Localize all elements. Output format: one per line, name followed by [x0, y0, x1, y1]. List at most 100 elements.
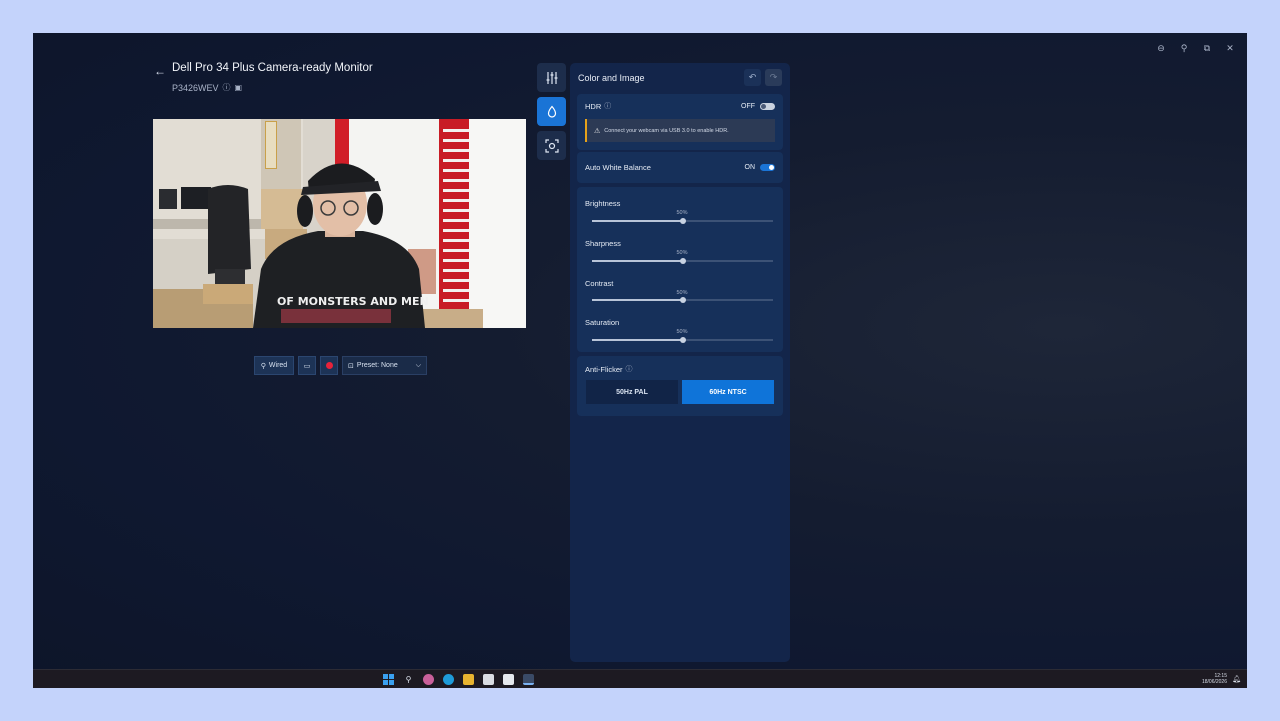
close-icon[interactable]: ✕	[1223, 43, 1237, 53]
window-controls: ⊖ ⚲ ⧉ ✕	[1154, 43, 1237, 53]
panel-title: Color and Image	[578, 73, 645, 83]
chevron-down-icon: ⌵	[415, 361, 421, 369]
tab-color-image[interactable]	[537, 97, 566, 126]
slider-fill	[592, 299, 683, 301]
taskbar-icons: ⚲	[383, 674, 534, 685]
warning-icon: ⚠	[594, 127, 601, 135]
hdr-label-group: HDR ⓘ	[585, 101, 611, 111]
system-clock[interactable]: 12:15 18/06/2026	[1202, 673, 1227, 685]
awb-card: Auto White Balance ON	[577, 152, 783, 183]
slider-fill	[592, 339, 683, 341]
search-icon[interactable]: ⚲	[403, 674, 414, 685]
feedback-icon[interactable]: ⚲	[1177, 43, 1191, 53]
calendar-app-icon[interactable]	[483, 674, 494, 685]
slider-handle[interactable]	[679, 337, 686, 343]
info-icon[interactable]: ⓘ	[604, 101, 611, 111]
redo-icon: ↷	[769, 72, 778, 82]
saturation-label: Saturation	[585, 318, 620, 327]
tab-adjustments[interactable]	[537, 63, 566, 92]
file-explorer-icon[interactable]	[463, 674, 474, 685]
hdr-toggle[interactable]	[760, 102, 775, 110]
awb-state: ON	[744, 164, 756, 171]
page-title: Dell Pro 34 Plus Camera-ready Monitor	[172, 62, 373, 74]
contrast-value: 50%	[676, 290, 688, 296]
color-drop-icon	[547, 105, 556, 118]
hdr-warning: ⚠ Connect your webcam via USB 3.0 to ena…	[585, 119, 775, 142]
hdr-row: HDR ⓘ OFF	[585, 101, 775, 111]
undo-button[interactable]: ↶	[744, 69, 761, 86]
record-button[interactable]	[320, 356, 338, 375]
windows-start-icon[interactable]	[383, 674, 394, 685]
notification-bell-icon[interactable]: 🔔︎	[1232, 675, 1241, 683]
anti-flicker-card: Anti-Flicker ⓘ 50Hz PAL 60Hz NTSC	[577, 356, 783, 416]
flicker-60hz-button[interactable]: 60Hz NTSC	[682, 380, 774, 404]
brightness-slider[interactable]	[592, 218, 773, 224]
notepad-icon[interactable]	[503, 674, 514, 685]
record-icon	[325, 362, 333, 369]
slider-fill	[592, 220, 683, 222]
hdr-state: OFF	[741, 102, 755, 110]
sharpness-value: 50%	[676, 250, 688, 256]
anti-flicker-label: Anti-Flicker	[585, 364, 623, 374]
awb-toggle-group: ON	[744, 164, 775, 171]
slider-handle[interactable]	[679, 258, 686, 264]
framing-icon	[544, 138, 559, 153]
side-tabs	[537, 63, 566, 160]
contrast-slider[interactable]	[592, 297, 773, 303]
camera-feed-image: OF MONSTERS AND MEN	[153, 119, 526, 328]
brightness-label: Brightness	[585, 199, 621, 208]
svg-text:OF MONSTERS AND MEN: OF MONSTERS AND MEN	[277, 295, 429, 308]
camera-toolbar: ⚲ Wired ▭ ⊡ Preset: None ⌵	[254, 356, 427, 375]
anti-flicker-row: Anti-Flicker ⓘ	[585, 364, 775, 374]
flicker-50hz-button[interactable]: 50Hz PAL	[586, 380, 678, 404]
connection-button[interactable]: ⚲ Wired	[254, 356, 294, 375]
brightness-value: 50%	[676, 210, 688, 216]
info-icon[interactable]: ⓘ	[223, 82, 231, 93]
id-card-icon[interactable]: ▣	[235, 83, 243, 92]
dell-display-manager-icon[interactable]	[523, 674, 534, 685]
undo-icon: ↶	[748, 72, 757, 82]
preset-content: ⊡ Preset: None	[348, 362, 398, 370]
redo-button[interactable]: ↷	[765, 69, 782, 86]
preset-icon: ⊡	[348, 362, 354, 370]
hdr-toggle-group: OFF	[741, 102, 775, 110]
awb-row: Auto White Balance ON	[585, 163, 775, 172]
toggle-knob	[769, 165, 774, 170]
hdr-card: HDR ⓘ OFF ⚠ Connect your webcam via USB …	[577, 94, 783, 150]
copilot-icon[interactable]	[423, 674, 434, 685]
sliders-icon	[546, 71, 557, 84]
location-pin-icon: ⚲	[260, 362, 266, 370]
clock-date: 18/06/2026	[1201, 679, 1227, 685]
toggle-knob	[761, 103, 766, 109]
slider-handle[interactable]	[679, 297, 686, 303]
connection-label: Wired	[268, 362, 288, 369]
awb-toggle[interactable]	[760, 164, 775, 171]
contrast-label: Contrast	[585, 279, 614, 288]
model-number: P3426WEV ⓘ ▣	[172, 82, 242, 93]
app-window: ⊖ ⚲ ⧉ ✕ ← Dell Pro 34 Plus Camera-ready …	[33, 33, 1247, 688]
minimize-icon[interactable]: ⊖	[1154, 43, 1168, 53]
model-label: P3426WEV	[172, 82, 219, 93]
info-icon[interactable]: ⓘ	[626, 364, 633, 374]
history-buttons: ↶ ↷	[744, 69, 782, 86]
tab-framing[interactable]	[537, 131, 566, 160]
folder-button[interactable]: ▭	[298, 356, 316, 375]
saturation-value: 50%	[676, 329, 688, 335]
saturation-slider[interactable]	[592, 337, 773, 343]
hdr-label: HDR	[585, 101, 602, 111]
preset-dropdown[interactable]: ⊡ Preset: None ⌵	[342, 356, 427, 375]
slider-fill	[592, 260, 683, 262]
hdr-warning-text: Connect your webcam via USB 3.0 to enabl…	[604, 127, 729, 134]
edge-browser-icon[interactable]	[443, 674, 454, 685]
sharpness-slider[interactable]	[592, 258, 773, 264]
back-arrow-icon[interactable]: ←	[154, 64, 166, 78]
camera-preview: OF MONSTERS AND MEN	[153, 119, 526, 328]
preset-label: Preset: None	[356, 362, 398, 369]
slider-handle[interactable]	[679, 218, 686, 224]
restore-icon[interactable]: ⧉	[1200, 43, 1214, 53]
adjustments-card: Brightness 50% Sharpness 50% Contrast 50…	[577, 187, 783, 352]
folder-icon: ▭	[303, 362, 311, 370]
settings-panel: Color and Image ↶ ↷ HDR ⓘ OFF ⚠ Connect …	[570, 63, 790, 662]
awb-label: Auto White Balance	[585, 163, 651, 172]
taskbar: ⚲ 12:15 18/06/2026 🔔︎	[33, 669, 1247, 688]
